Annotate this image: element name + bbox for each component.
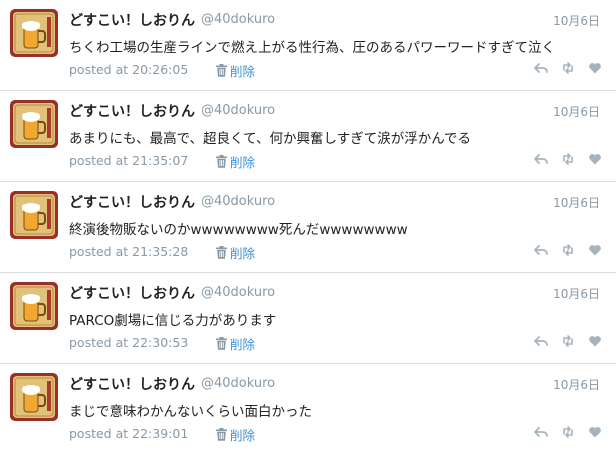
delete-button[interactable]: 削除: [216, 243, 255, 262]
retweet-icon[interactable]: [561, 151, 575, 165]
retweet-icon[interactable]: [561, 242, 575, 256]
display-name[interactable]: どすこい！しおりん: [69, 374, 195, 394]
tweet-item: どすこい！しおりん @40dokuro 10月6日 まじで意味わかんないくらい面…: [0, 364, 616, 455]
posted-timestamp: posted at 21:35:07: [69, 153, 189, 168]
reply-icon[interactable]: [534, 151, 548, 165]
display-name[interactable]: どすこい！しおりん: [69, 283, 195, 303]
delete-button[interactable]: 削除: [216, 61, 255, 80]
tweet-date[interactable]: 10月6日: [553, 12, 600, 29]
trash-icon: [216, 64, 227, 77]
trash-icon: [216, 428, 227, 441]
reply-icon[interactable]: [534, 333, 548, 347]
tweet-text: まじで意味わかんないくらい面白かった: [69, 404, 312, 420]
trash-icon: [216, 155, 227, 168]
tweet-text: 終演後物販ないのかwwwwwwww死んだwwwwwwww: [69, 222, 408, 238]
user-handle[interactable]: @40dokuro: [201, 12, 275, 27]
user-handle[interactable]: @40dokuro: [201, 285, 275, 300]
user-handle[interactable]: @40dokuro: [201, 103, 275, 118]
delete-button[interactable]: 削除: [216, 425, 255, 444]
delete-label: 削除: [230, 64, 256, 79]
trash-icon: [216, 337, 227, 350]
tweet-date[interactable]: 10月6日: [553, 194, 600, 211]
reply-icon[interactable]: [534, 424, 548, 438]
avatar[interactable]: [10, 373, 58, 421]
tweet-timeline: どすこい！しおりん @40dokuro 10月6日 ちくわ工場の生産ラインで燃え…: [0, 0, 616, 455]
tweet-item: どすこい！しおりん @40dokuro 10月6日 終演後物販ないのかwwwww…: [0, 182, 616, 273]
avatar[interactable]: [10, 100, 58, 148]
retweet-icon[interactable]: [561, 333, 575, 347]
user-handle[interactable]: @40dokuro: [201, 194, 275, 209]
posted-timestamp: posted at 22:39:01: [69, 426, 189, 441]
tweet-actions: [534, 60, 602, 74]
trash-icon: [216, 246, 227, 259]
heart-icon[interactable]: [588, 242, 602, 256]
heart-icon[interactable]: [588, 60, 602, 74]
display-name[interactable]: どすこい！しおりん: [69, 10, 195, 30]
delete-button[interactable]: 削除: [216, 152, 255, 171]
delete-label: 削除: [230, 337, 256, 352]
retweet-icon[interactable]: [561, 60, 575, 74]
tweet-item: どすこい！しおりん @40dokuro 10月6日 PARCO劇場に信じる力があ…: [0, 273, 616, 364]
avatar[interactable]: [10, 9, 58, 57]
user-handle[interactable]: @40dokuro: [201, 376, 275, 391]
tweet-actions: [534, 333, 602, 347]
delete-label: 削除: [230, 246, 256, 261]
avatar[interactable]: [10, 191, 58, 239]
tweet-item: どすこい！しおりん @40dokuro 10月6日 ちくわ工場の生産ラインで燃え…: [0, 0, 616, 91]
tweet-text: ちくわ工場の生産ラインで燃え上がる性行為、圧のあるパワーワードすぎて泣く: [69, 40, 555, 56]
tweet-text: あまりにも、最高で、超良くて、何か興奮しすぎて涙が浮かんでる: [69, 131, 472, 147]
tweet-date[interactable]: 10月6日: [553, 103, 600, 120]
tweet-date[interactable]: 10月6日: [553, 285, 600, 302]
posted-timestamp: posted at 21:35:28: [69, 244, 189, 259]
retweet-icon[interactable]: [561, 424, 575, 438]
posted-timestamp: posted at 22:30:53: [69, 335, 189, 350]
tweet-actions: [534, 424, 602, 438]
heart-icon[interactable]: [588, 151, 602, 165]
tweet-date[interactable]: 10月6日: [553, 376, 600, 393]
posted-timestamp: posted at 20:26:05: [69, 62, 189, 77]
tweet-item: どすこい！しおりん @40dokuro 10月6日 あまりにも、最高で、超良くて…: [0, 91, 616, 182]
heart-icon[interactable]: [588, 333, 602, 347]
tweet-actions: [534, 242, 602, 256]
avatar[interactable]: [10, 282, 58, 330]
reply-icon[interactable]: [534, 60, 548, 74]
delete-label: 削除: [230, 428, 256, 443]
tweet-text: PARCO劇場に信じる力があります: [69, 313, 277, 329]
heart-icon[interactable]: [588, 424, 602, 438]
display-name[interactable]: どすこい！しおりん: [69, 192, 195, 212]
delete-label: 削除: [230, 155, 256, 170]
reply-icon[interactable]: [534, 242, 548, 256]
tweet-actions: [534, 151, 602, 165]
delete-button[interactable]: 削除: [216, 334, 255, 353]
display-name[interactable]: どすこい！しおりん: [69, 101, 195, 121]
